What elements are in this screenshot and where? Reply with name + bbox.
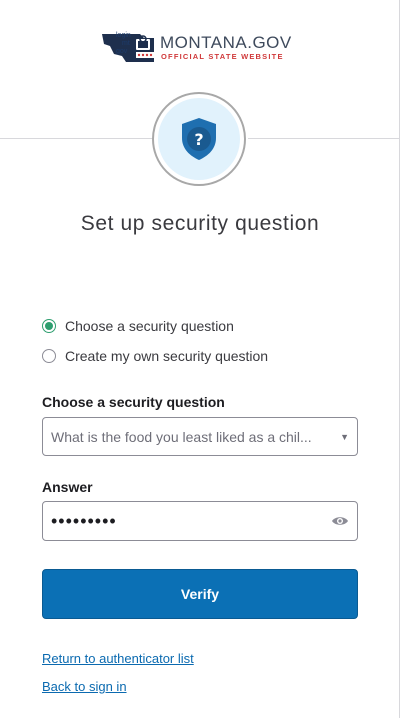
radio-label: Create my own security question [65,348,269,364]
logo-small-text: login mt gov [116,32,131,55]
radio-button[interactable] [42,349,56,363]
authenticator-badge: ? [152,92,246,186]
return-to-authenticator-list-link[interactable]: Return to authenticator list [42,651,194,666]
select-value: What is the food you least liked as a ch… [51,428,312,445]
radio-create-own-question[interactable]: Create my own security question [42,348,268,364]
caret-down-icon: ▼ [340,431,349,442]
verify-button[interactable]: Verify [42,569,358,619]
answer-field-label: Answer [42,479,93,495]
answer-input[interactable]: ••••••••• [42,501,358,541]
divider-left [0,138,152,139]
radio-choose-question[interactable]: Choose a security question [42,318,234,334]
login-card: login mt gov MONTANA.GOV OFFICIAL STATE … [0,0,400,718]
answer-value: ••••••••• [51,510,117,531]
svg-text:?: ? [194,130,203,149]
badge-inner: ? [158,98,240,180]
shield-question-icon: ? [182,118,216,160]
question-field-label: Choose a security question [42,394,225,410]
divider-right [248,138,400,139]
back-to-sign-in-link[interactable]: Back to sign in [42,679,127,694]
logo-subtitle: OFFICIAL STATE WEBSITE [161,52,284,61]
radio-label: Choose a security question [65,318,234,334]
radio-button-checked[interactable] [42,319,56,333]
montana-gov-logo: login mt gov MONTANA.GOV OFFICIAL STATE … [100,30,300,64]
security-question-select[interactable]: What is the food you least liked as a ch… [42,417,358,456]
eye-icon[interactable] [331,515,349,527]
logo-title: MONTANA.GOV [160,33,292,52]
page-title: Set up security question [80,212,320,235]
